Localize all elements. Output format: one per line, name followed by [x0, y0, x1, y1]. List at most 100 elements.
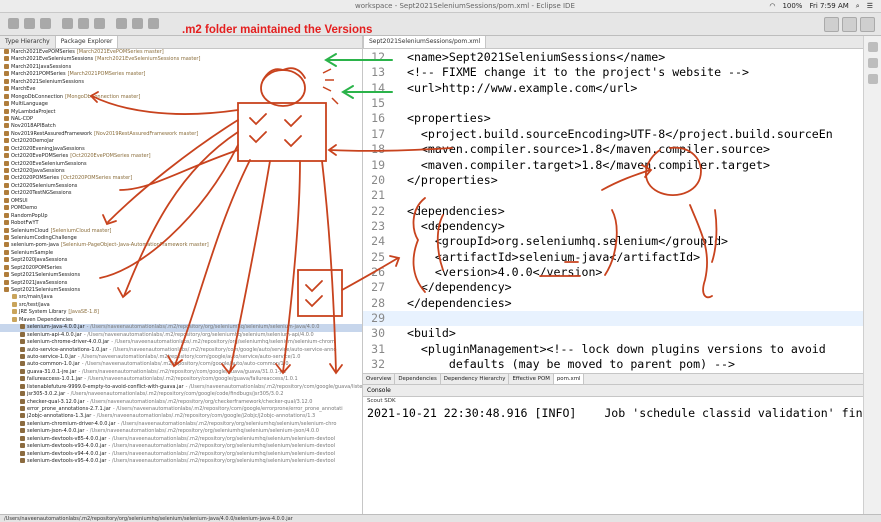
tree-item-label: SeleniumSample	[11, 249, 54, 256]
debug-icon[interactable]	[62, 18, 73, 29]
jar-item[interactable]: selenium-java-4.0.0.jar - /Users/naveenau…	[0, 324, 362, 332]
tree-item[interactable]: Oct2020TestNGSessions	[0, 190, 362, 197]
tree-item[interactable]: RandomPopUp	[0, 212, 362, 220]
jar-item[interactable]: selenium-devtools-v93-4.0.0.jar - /Users/…	[0, 443, 362, 450]
tree-item[interactable]: NAL-CDP	[0, 115, 362, 123]
tree-item[interactable]: March2021EvePOMSeries [March2021EvePOMSer…	[0, 49, 362, 56]
tree-item[interactable]: src/test/java	[0, 301, 362, 309]
console-title[interactable]: Console	[363, 385, 863, 397]
tree-item[interactable]: Oct2020EveningJavaSessions	[0, 145, 362, 153]
save-icon[interactable]	[24, 18, 35, 29]
jar-item[interactable]: selenium-json-4.0.0.jar - /Users/naveenau…	[0, 428, 362, 435]
new-class-icon[interactable]	[116, 18, 127, 29]
code-text: <maven.compiler.target>1.8</maven.compil…	[393, 157, 770, 172]
tree-item[interactable]: JRE System Library [JavaSE-1.8]	[0, 309, 362, 316]
tree-item[interactable]: Maven Dependencies	[0, 316, 362, 324]
tab-pom-xml[interactable]: Sept2021SeleniumSessions/pom.xml	[363, 36, 487, 48]
console-view: Console Scout SDK 2021-10-21 22:30:48.91…	[363, 384, 863, 515]
tree-item[interactable]: Sept2021JavaSessions	[0, 279, 362, 287]
jar-item[interactable]: selenium-chrome-driver-4.0.0.jar - /Users…	[0, 339, 362, 346]
debug-perspective-icon[interactable]	[860, 17, 875, 32]
java-perspective-icon[interactable]	[842, 17, 857, 32]
project-folder-icon	[12, 316, 17, 322]
open-type-icon[interactable]	[132, 18, 143, 29]
tree-item[interactable]: Sept2021SeleniumSessions	[0, 287, 362, 294]
jar-item[interactable]: error_prone_annotations-2.7.1.jar - /User…	[0, 406, 362, 413]
jar-item[interactable]: failureaccess-1.0.1.jar - /Users/naveenau…	[0, 376, 362, 383]
menu-icon[interactable]: ☰	[867, 0, 873, 12]
tree-item[interactable]: March2021EveSeleniumSessions [March2021Ev…	[0, 56, 362, 63]
tree-item[interactable]: SeleniumCloud [SeleniumCloud master]	[0, 227, 362, 235]
tree-item[interactable]: MongoDbConnection [MongoDbConnection mast…	[0, 93, 362, 101]
jar-icon	[20, 398, 25, 404]
jar-item[interactable]: checker-qual-3.12.0.jar - /Users/naveenau…	[0, 398, 362, 406]
tree-item[interactable]: RobotFwYT	[0, 220, 362, 227]
new-icon[interactable]	[8, 18, 19, 29]
jar-name: jsr305-3.0.2.jar	[27, 391, 66, 398]
tree-item[interactable]: Oct2020JavaSessions	[0, 168, 362, 175]
tree-item[interactable]: POMDemo	[0, 205, 362, 212]
problems-icon[interactable]	[868, 74, 878, 84]
jar-item[interactable]: selenium-devtools-v85-4.0.0.jar - /Users/…	[0, 435, 362, 443]
tree-item[interactable]: SeleniumSample	[0, 249, 362, 257]
code-text: <dependencies>	[393, 203, 505, 218]
jar-item[interactable]: listenablefuture-9999.0-empty-to-avoid-c…	[0, 383, 362, 391]
print-icon[interactable]	[40, 18, 51, 29]
tree-item[interactable]: Sept2020JavaSessions	[0, 257, 362, 264]
tree-item[interactable]: Nov2019RestAssuredFramework [Nov2019RestA…	[0, 130, 362, 138]
code-area[interactable]: 12 <name>Sept2021SeleniumSessions</name>…	[363, 50, 863, 373]
task-list-icon[interactable]	[868, 58, 878, 68]
jar-item[interactable]: auto-common-1.0.jar - /Users/naveenautoma…	[0, 361, 362, 368]
outline-icon[interactable]	[868, 42, 878, 52]
tree-item[interactable]: Oct2020POMSeries [Oct2020POMSeries master…	[0, 175, 362, 182]
tree-item-label: Oct2020TestNGSessions	[11, 190, 72, 197]
external-tools-icon[interactable]	[94, 18, 105, 29]
tree-item[interactable]: MyLambdaProject	[0, 108, 362, 116]
code-line: 21	[363, 188, 863, 203]
jar-item[interactable]: j2objc-annotations-1.3.jar - /Users/navee…	[0, 413, 362, 420]
tree-item[interactable]: Oct2020SeleniumSessions	[0, 182, 362, 190]
pom-tab[interactable]: Overview	[363, 374, 396, 384]
main-toolbar	[0, 13, 881, 36]
jar-item[interactable]: guava-31.0.1-jre.jar - /Users/naveenautom…	[0, 368, 362, 376]
jar-item[interactable]: selenium-devtools-v94-4.0.0.jar - /Users/…	[0, 450, 362, 458]
search-icon[interactable]: ⌕	[856, 0, 860, 12]
pom-tab[interactable]: Dependency Hierarchy	[441, 374, 510, 384]
tree-item[interactable]: Nov2018APIBatch	[0, 123, 362, 130]
project-folder-icon	[12, 309, 17, 315]
tab-package-explorer[interactable]: Package Explorer	[54, 36, 119, 48]
tree-item[interactable]: Oct2020EveSeleniumSessions	[0, 160, 362, 168]
jar-item[interactable]: jsr305-3.0.2.jar - /Users/naveenautomatio…	[0, 391, 362, 398]
clock[interactable]: Fri 7:59 AM	[809, 0, 848, 12]
pom-tab[interactable]: Dependencies	[395, 374, 441, 384]
pom-tab[interactable]: pom.xml	[553, 374, 585, 384]
tree-item[interactable]: SeleniumCodingChallenge	[0, 234, 362, 242]
pom-tab[interactable]: Effective POM	[509, 374, 554, 384]
jar-item[interactable]: auto-service-annotations-1.0.jar - /Users…	[0, 346, 362, 354]
tab-type-hierarchy[interactable]: Type Hierarchy	[0, 36, 55, 48]
tree-item[interactable]: Sept2020POMSeries	[0, 264, 362, 272]
tree-item[interactable]: March2021JavaSessions	[0, 63, 362, 71]
tree-item[interactable]: Oct2020DemoJar	[0, 138, 362, 145]
tree-item[interactable]: MultiLanguage	[0, 101, 362, 108]
tree-item[interactable]: selenium-pom-java [Selenium-PageObject-Ja…	[0, 242, 362, 249]
wifi-icon[interactable]: ◠	[769, 0, 775, 12]
search-toolbar-icon[interactable]	[148, 18, 159, 29]
tree-item[interactable]: src/main/java	[0, 294, 362, 301]
tree-item[interactable]: March2021SeleniumSessions	[0, 78, 362, 86]
tree-item[interactable]: March2021POMSeries [March2021POMSeries ma…	[0, 71, 362, 78]
run-icon[interactable]	[78, 18, 89, 29]
tree-item[interactable]: MarchEve	[0, 86, 362, 93]
jar-item[interactable]: auto-service-1.0.jar - /Users/naveenautom…	[0, 353, 362, 361]
jar-item[interactable]: selenium-chromium-driver-4.0.0.jar - /Use…	[0, 420, 362, 428]
tree-item[interactable]: OMSUI	[0, 197, 362, 205]
line-number: 32	[371, 357, 385, 372]
git-decoration: [Selenium-PageObject-Java-AutomationFram…	[60, 242, 209, 249]
tree-item[interactable]: Sept2021SeleniumSessions	[0, 272, 362, 279]
jar-item[interactable]: selenium-devtools-v95-4.0.0.jar - /Users/…	[0, 458, 362, 465]
tree-item[interactable]: Oct2020EvePOMSeries [Oct2020EvePOMSeries …	[0, 153, 362, 160]
open-perspective-icon[interactable]	[824, 17, 839, 32]
code-line: 29	[363, 311, 863, 327]
jar-item[interactable]: selenium-api-4.0.0.jar - /Users/naveenaut…	[0, 331, 362, 339]
line-number: 22	[371, 203, 385, 218]
